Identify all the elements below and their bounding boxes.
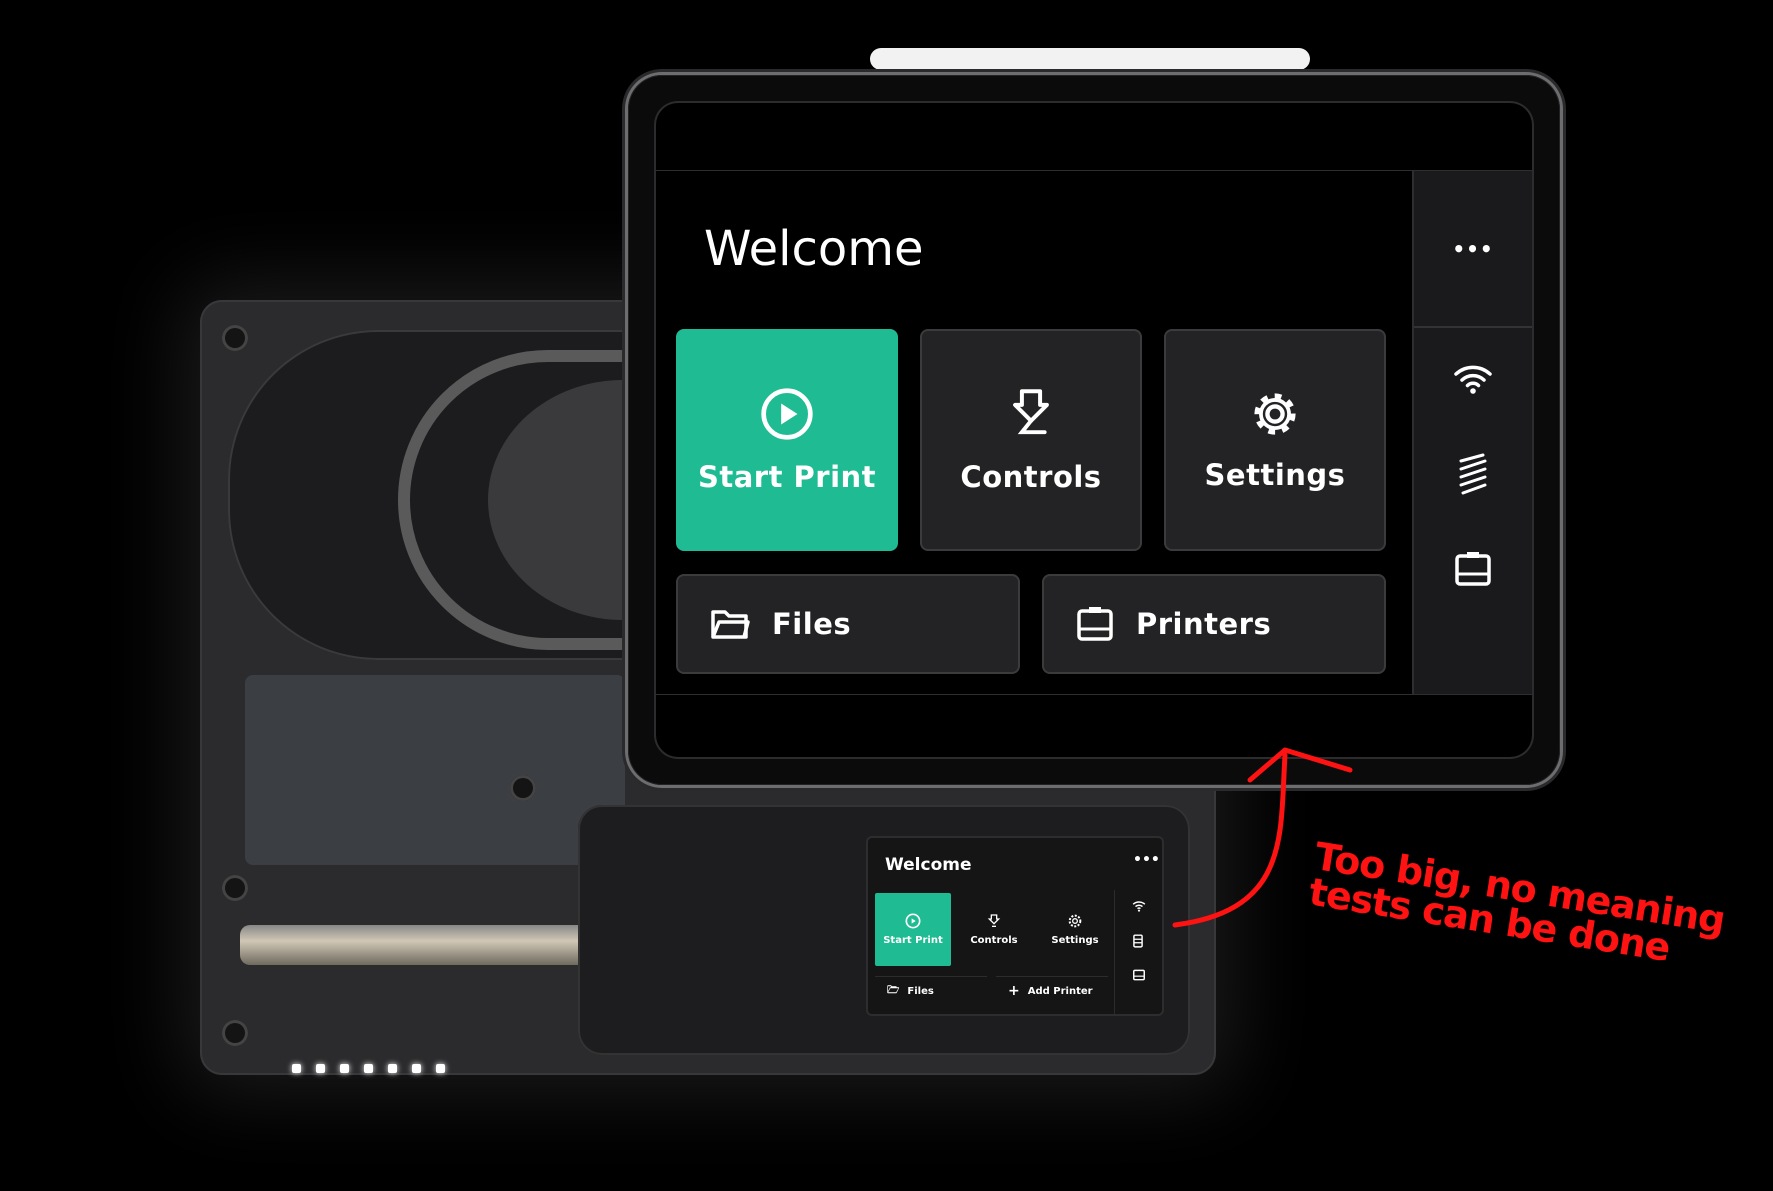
gear-icon [1254,393,1296,435]
plus-icon: + [1008,983,1020,999]
filament-icon [1132,934,1144,948]
mini-more-button[interactable]: ••• [1133,852,1160,868]
page-title: Welcome [704,221,924,277]
screw [222,875,248,901]
status-leds [292,1058,472,1073]
printer-icon [1132,968,1146,982]
start-print-button[interactable]: Start Print [676,329,898,551]
mini-add-printer-label: Add Printer [1027,985,1093,997]
annotation-note: Too big, no meaning tests can be done [1306,834,1733,975]
mini-add-printer-button[interactable]: + Add Printer [996,976,1108,1005]
controls-button[interactable]: Controls [920,329,1142,551]
printer-icon [1455,552,1491,586]
mini-screen: Welcome ••• Start Print Controls Setting… [868,838,1162,1014]
mini-files-label: Files [907,985,934,997]
extruder-icon [987,914,1001,927]
printer-icon [1077,607,1113,641]
printer-status-button[interactable] [1414,539,1532,599]
app-view: Welcome Start Print Controls Settings Fi… [656,170,1532,695]
settings-label: Settings [1204,458,1346,492]
wifi-status-button[interactable] [1414,349,1532,409]
play-circle-icon [761,388,813,440]
folder-icon [711,610,750,639]
wifi-icon [1132,900,1146,912]
status-rail: ••• [1412,171,1532,694]
screw [510,775,536,801]
printers-label: Printers [1136,607,1272,641]
mini-status-rail [1114,890,1163,1014]
screw [222,325,248,351]
screw [222,1020,248,1046]
gear-icon [1068,914,1082,928]
more-icon: ••• [1452,236,1494,261]
files-button[interactable]: Files [676,574,1020,674]
more-button[interactable]: ••• [1414,171,1532,328]
mini-start-print-button[interactable]: Start Print [875,893,951,966]
mini-files-button[interactable]: 🗁 Files [875,976,987,1005]
mini-settings-button[interactable]: Settings [1037,893,1113,966]
filament-icon [1459,453,1487,495]
tablet-screen: Welcome Start Print Controls Settings Fi… [656,103,1532,757]
folder-icon: 🗁 [887,984,900,996]
filament-status-button[interactable] [1414,444,1532,504]
start-print-label: Start Print [697,460,877,494]
extruder-icon [1013,389,1049,435]
mini-title: Welcome [885,855,972,875]
stylus [870,48,1310,70]
mini-settings-label: Settings [1051,935,1099,946]
wifi-icon [1454,365,1492,394]
controls-label: Controls [960,460,1102,494]
printers-button[interactable]: Printers [1042,574,1386,674]
mini-controls-button[interactable]: Controls [956,893,1032,966]
mini-controls-label: Controls [970,935,1018,946]
tablet-device: Welcome Start Print Controls Settings Fi… [628,75,1560,785]
mini-start-print-label: Start Print [883,935,943,946]
play-circle-icon [905,913,921,929]
hub-plate [245,675,625,865]
files-label: Files [772,607,852,641]
settings-button[interactable]: Settings [1164,329,1386,551]
